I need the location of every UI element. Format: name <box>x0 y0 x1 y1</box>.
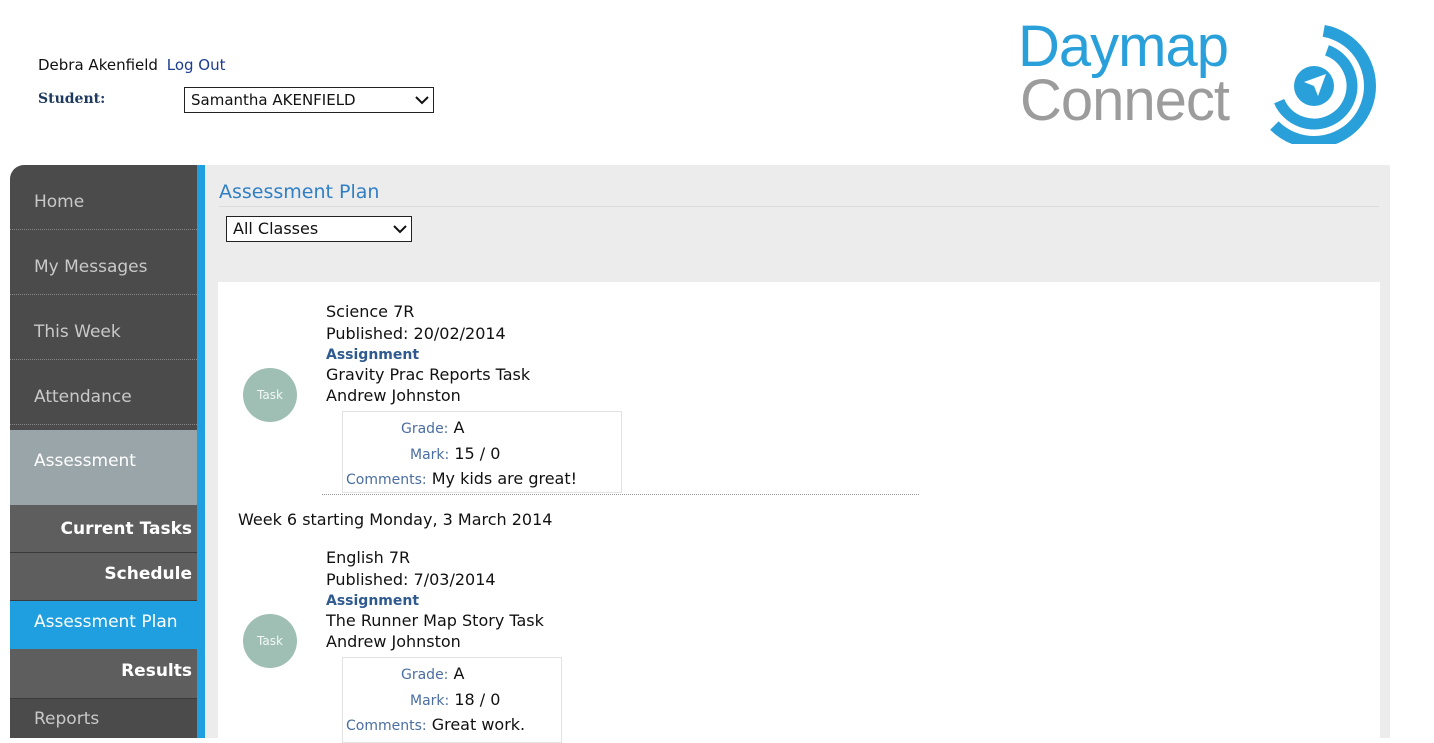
grade-box: Grade: A Mark: 15 / 0 Comments: My kids … <box>342 411 622 493</box>
logo-rings-icon <box>1252 24 1376 144</box>
grade-value: A <box>453 664 465 683</box>
class-filter-select[interactable]: All Classes <box>226 216 412 242</box>
comments-value: Great work. <box>431 715 526 734</box>
task-icon: Task <box>243 614 297 668</box>
sidebar-item-this-week[interactable]: This Week <box>10 295 197 360</box>
chevron-down-icon <box>415 96 429 105</box>
sidebar-item-label: Schedule <box>104 564 192 584</box>
grade-value: A <box>453 418 465 437</box>
sidebar-item-assessment-plan[interactable]: Assessment Plan <box>10 601 197 649</box>
task-icon: Task <box>243 368 297 422</box>
sidebar-item-label: Assessment <box>34 451 136 471</box>
task-teacher: Andrew Johnston <box>326 632 461 651</box>
comments-value: My kids are great! <box>431 469 578 488</box>
task-divider <box>322 494 919 495</box>
page-title: Assessment Plan <box>219 181 380 203</box>
logo-text-connect: Connect <box>1020 68 1230 133</box>
chevron-down-icon <box>393 225 407 234</box>
grade-label: Grade: <box>401 667 449 683</box>
sidebar-item-assessment[interactable]: Assessment <box>10 430 197 505</box>
mark-row: Mark: 18 / 0 <box>410 690 500 709</box>
sidebar-item-reports[interactable]: Reports <box>10 699 197 738</box>
assessment-list: Task Science 7R Published: 20/02/2014 As… <box>218 282 1380 743</box>
daymap-connect-logo: Daymap Connect <box>1016 14 1390 144</box>
task-item[interactable]: Task English 7R Published: 7/03/2014 Ass… <box>218 530 978 743</box>
sidebar-accent-bar <box>197 165 205 738</box>
sidebar-item-label: Results <box>121 661 192 681</box>
comments-row: Comments: Great work. <box>346 715 525 734</box>
comments-label: Comments: <box>346 718 427 734</box>
sidebar-item-label: Attendance <box>34 387 132 407</box>
sidebar-item-attendance[interactable]: Attendance <box>10 360 197 425</box>
mark-label: Mark: <box>410 447 450 463</box>
task-teacher: Andrew Johnston <box>326 386 461 405</box>
mark-row: Mark: 15 / 0 <box>410 444 500 463</box>
task-type: Assignment <box>326 593 420 609</box>
task-type: Assignment <box>326 347 420 363</box>
sidebar-item-label: Current Tasks <box>60 519 192 539</box>
sidebar-nav: Home My Messages This Week Attendance As… <box>10 165 197 738</box>
task-name[interactable]: The Runner Map Story Task <box>326 611 544 630</box>
task-published: Published: 7/03/2014 <box>326 570 496 589</box>
sidebar-item-label: My Messages <box>34 257 148 277</box>
sidebar-item-label: Reports <box>34 709 100 729</box>
task-class: English 7R <box>326 548 411 567</box>
title-divider <box>219 206 1379 207</box>
sidebar-item-schedule[interactable]: Schedule <box>10 553 197 601</box>
comments-label: Comments: <box>346 472 427 488</box>
class-filter-value: All Classes <box>233 219 319 238</box>
sidebar-item-home[interactable]: Home <box>10 165 197 230</box>
sidebar-item-my-messages[interactable]: My Messages <box>10 230 197 295</box>
sidebar-item-results[interactable]: Results <box>10 649 197 699</box>
mark-label: Mark: <box>410 693 450 709</box>
user-line: Debra Akenfield Log Out <box>38 56 226 74</box>
user-name: Debra Akenfield <box>38 56 158 74</box>
sidebar-item-label: This Week <box>34 322 121 342</box>
comments-row: Comments: My kids are great! <box>346 469 577 488</box>
task-name[interactable]: Gravity Prac Reports Task <box>326 365 530 384</box>
task-published: Published: 20/02/2014 <box>326 324 506 343</box>
logout-link[interactable]: Log Out <box>167 56 226 74</box>
mark-value: 18 / 0 <box>454 690 501 709</box>
task-class: Science 7R <box>326 302 415 321</box>
task-item[interactable]: Task Science 7R Published: 20/02/2014 As… <box>218 282 978 498</box>
student-select[interactable]: Samantha AKENFIELD <box>184 87 434 113</box>
grade-label: Grade: <box>401 421 449 437</box>
grade-box: Grade: A Mark: 18 / 0 Comments: Great wo… <box>342 657 562 743</box>
student-label: Student: <box>38 91 106 107</box>
week-header: Week 6 starting Monday, 3 March 2014 <box>238 510 553 529</box>
grade-row: Grade: A <box>401 664 464 683</box>
sidebar-item-label: Assessment Plan <box>34 612 178 632</box>
sidebar-item-current-tasks[interactable]: Current Tasks <box>10 505 197 553</box>
sidebar-item-label: Home <box>34 192 85 212</box>
student-selected-value: Samantha AKENFIELD <box>191 91 356 109</box>
mark-value: 15 / 0 <box>454 444 501 463</box>
grade-row: Grade: A <box>401 418 464 437</box>
